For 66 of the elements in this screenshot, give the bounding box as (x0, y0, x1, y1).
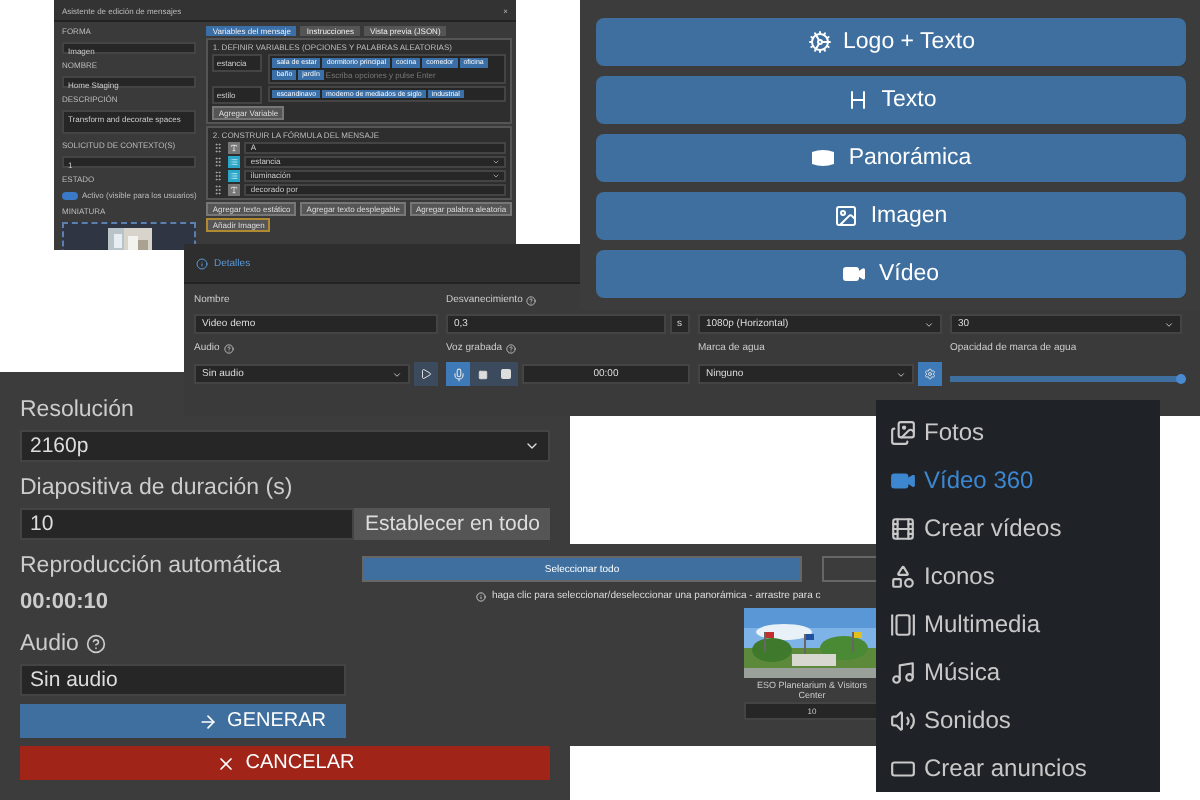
menu-item[interactable]: Crear anuncios (876, 744, 1160, 792)
film-icon (890, 515, 916, 541)
settings-icon (924, 368, 936, 380)
gallery-icon (890, 611, 916, 637)
settings-button[interactable] (918, 362, 942, 386)
field-label: Diapositiva de duración (s) (20, 474, 293, 504)
help-icon (223, 343, 234, 353)
image-icon (834, 204, 859, 228)
stop-icon (477, 369, 487, 379)
chevron-down-icon (1164, 319, 1174, 329)
menu-item[interactable]: Crear vídeos (876, 504, 1160, 552)
record-button[interactable] (446, 362, 470, 386)
menu-item[interactable]: Iconos (876, 552, 1160, 600)
resolution-select[interactable]: 2160p (20, 430, 550, 462)
chevron-down-icon (524, 438, 540, 454)
help-icon (86, 634, 107, 654)
chevron-down-icon (392, 369, 402, 379)
record-button[interactable] (494, 362, 518, 386)
music-icon (890, 659, 916, 685)
speaker-icon (890, 707, 916, 733)
menu-item[interactable]: Sonidos (876, 696, 1160, 744)
close-icon (215, 753, 236, 773)
chevron-down-icon (924, 319, 934, 329)
type-button[interactable]: Panorámica (596, 134, 1186, 182)
menu-item[interactable]: Música (876, 648, 1160, 696)
video-camera-icon (890, 467, 916, 493)
video-camera-icon (842, 262, 867, 286)
field-label: Audio (20, 632, 79, 656)
help-icon (526, 295, 537, 305)
autoplay-time: 00:00:10 (20, 588, 109, 618)
menu-item[interactable]: Multimedia (876, 600, 1160, 648)
rectangle-icon (890, 755, 916, 781)
info-icon (476, 591, 486, 601)
type-button[interactable]: Vídeo (596, 250, 1186, 298)
type-button[interactable]: Imagen (596, 192, 1186, 240)
heading-icon (845, 88, 870, 112)
type-button[interactable]: Logo + Texto (596, 18, 1186, 66)
microphone-icon (451, 367, 465, 381)
set-all-button[interactable]: Establecer en todo (354, 508, 550, 540)
info-icon (196, 257, 208, 269)
play-button[interactable] (414, 362, 438, 386)
chevron-down-icon (896, 369, 906, 379)
audio-field[interactable]: Sin audio (20, 664, 346, 696)
menu-item[interactable]: Vídeo 360 (876, 456, 1160, 504)
panorama-icon (810, 148, 837, 168)
field-label: Reproducción automática (20, 552, 281, 582)
text-icon (228, 183, 241, 195)
menu-item[interactable]: Fotos (876, 408, 1160, 456)
duration-field[interactable]: 10 (20, 508, 355, 540)
shapes-icon (890, 563, 916, 589)
toolbar-button[interactable] (822, 556, 880, 582)
toggle-switch[interactable] (62, 191, 78, 199)
text-icon (228, 141, 241, 153)
square-icon (500, 368, 512, 380)
play-icon (420, 368, 432, 380)
cancel-button[interactable]: CANCELAR (20, 746, 550, 780)
slider-thumb[interactable] (1176, 373, 1186, 383)
record-button[interactable] (470, 362, 494, 386)
cog-icon (807, 30, 832, 54)
generate-button[interactable]: GENERAR (20, 704, 346, 738)
help-icon (506, 343, 517, 353)
field-label: Resolución (20, 396, 134, 426)
images-icon (890, 419, 916, 445)
type-button[interactable]: Texto (596, 76, 1186, 124)
opacity-slider[interactable] (950, 375, 1182, 381)
arrow-right-icon (197, 711, 218, 731)
